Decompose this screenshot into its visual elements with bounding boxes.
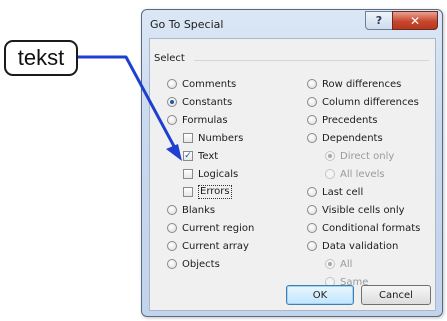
annotation-text: tekst	[17, 45, 65, 70]
annotation-callout: tekst	[4, 40, 78, 76]
screenshot-canvas: Go To Special ? ✕ Select Comments Consta…	[0, 0, 447, 321]
